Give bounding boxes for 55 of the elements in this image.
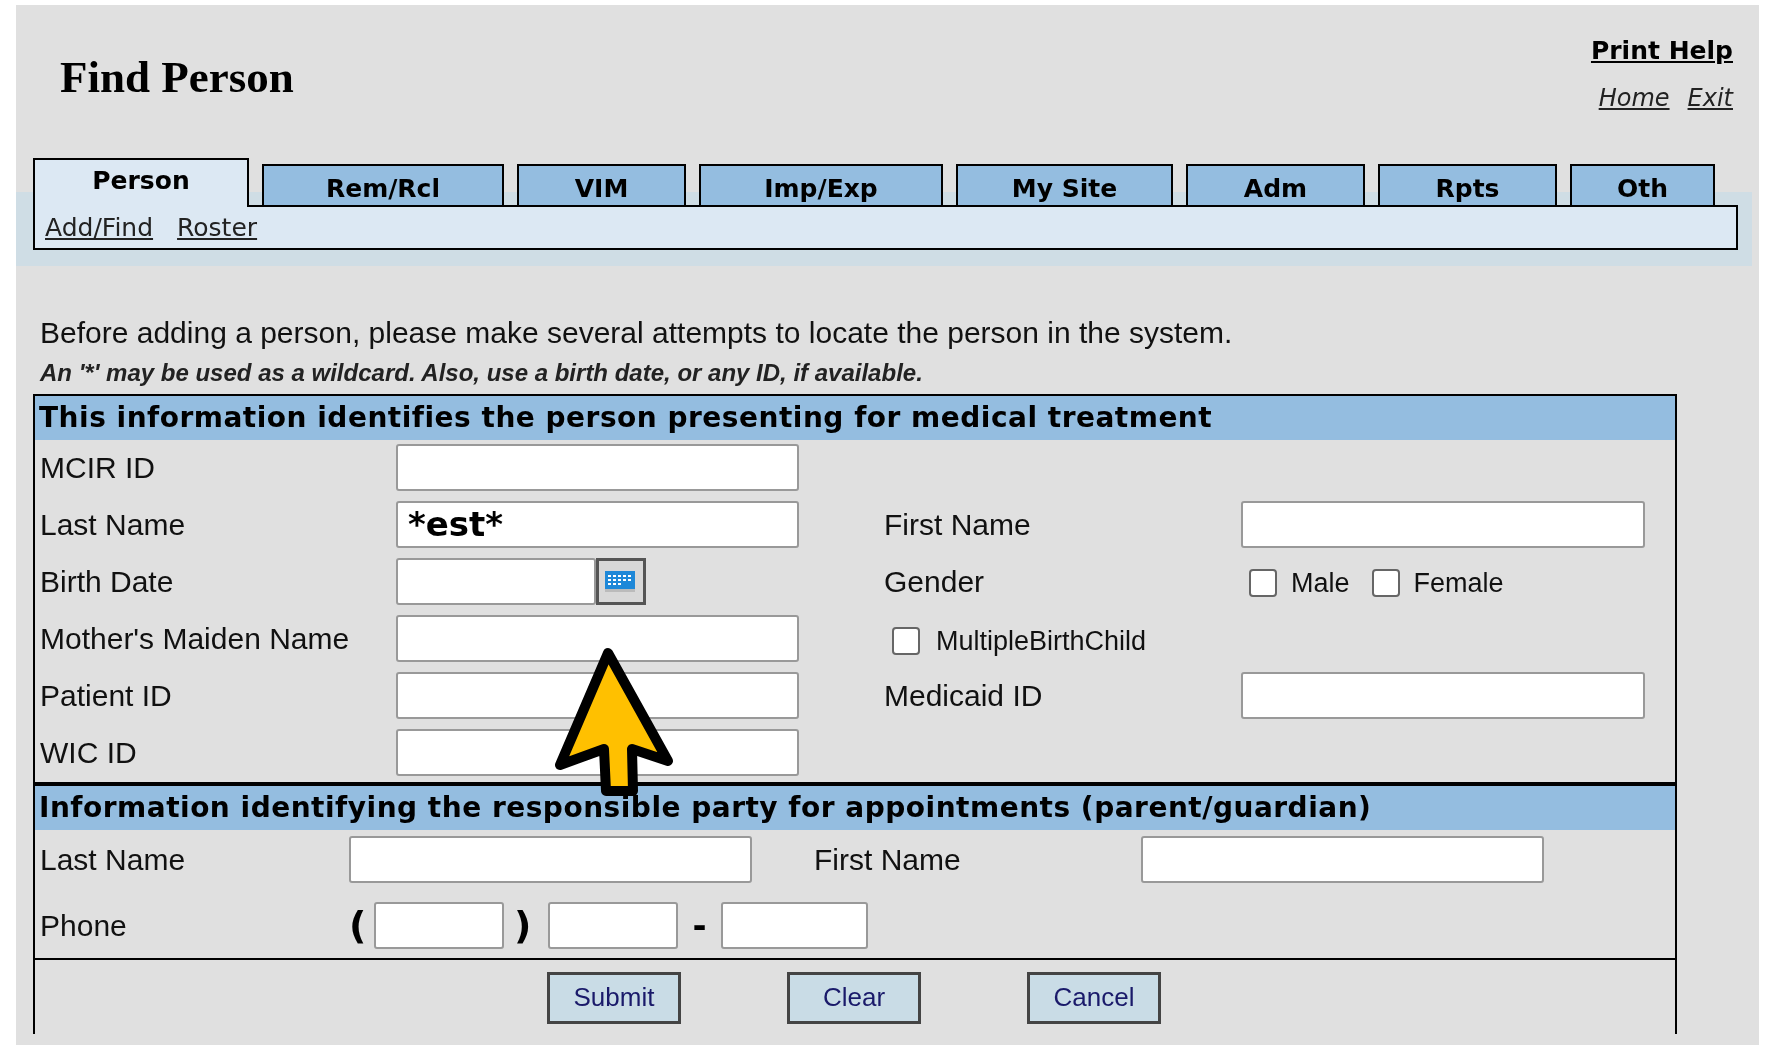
checkbox[interactable] — [1249, 569, 1277, 597]
checkbox-label: MultipleBirthChild — [936, 624, 1147, 658]
paren-text: ( — [349, 901, 368, 949]
input-field[interactable] — [396, 557, 596, 605]
checkbox[interactable] — [1371, 569, 1400, 597]
field-label: Last Name — [40, 506, 187, 543]
input-field[interactable] — [1241, 671, 1645, 719]
subnav-link[interactable]: Add/Find — [45, 208, 154, 247]
instruction-text: Before adding a person, please make several attempts to locate the person in the system. — [40, 315, 1234, 351]
input-field[interactable] — [374, 901, 504, 949]
calendar-icon — [604, 569, 638, 593]
nav-link[interactable]: Exit — [1687, 80, 1733, 117]
nav-tab[interactable]: Rem/Rcl — [262, 164, 504, 205]
field-label: First Name — [884, 506, 1032, 543]
input-field[interactable] — [1141, 835, 1544, 883]
field-label: WIC ID — [40, 734, 138, 771]
field-label: Birth Date — [40, 563, 175, 600]
field-label: Medicaid ID — [884, 677, 1044, 714]
option-label: Male — [1291, 566, 1350, 600]
nav-tab[interactable]: Oth — [1570, 164, 1715, 205]
section-heading: This information identifies the person presenting for medical treatment — [35, 395, 1675, 440]
input-field[interactable] — [349, 835, 752, 883]
nav-tab[interactable]: My Site — [956, 164, 1173, 205]
input-field[interactable] — [548, 901, 678, 949]
nav-tab[interactable]: Adm — [1186, 164, 1365, 205]
print-help-link[interactable]: Print Help — [1590, 35, 1733, 67]
option-label: Female — [1413, 566, 1504, 600]
field-label: Last Name — [40, 841, 187, 878]
field-label: Phone — [40, 907, 128, 944]
page-title: Find Person — [60, 55, 294, 100]
field-label: MCIR ID — [40, 449, 156, 486]
calendar-button[interactable] — [596, 557, 646, 605]
action-button[interactable]: Cancel — [1027, 971, 1161, 1024]
nav-tab[interactable]: Rpts — [1378, 164, 1557, 205]
action-button[interactable]: Submit — [547, 971, 681, 1024]
wildcard-note: An '*' may be used as a wildcard. Also, use a birth date, or any ID, if available. — [40, 357, 924, 388]
input-field[interactable] — [1241, 500, 1645, 548]
field-label: First Name — [814, 841, 962, 878]
section-heading: Information identifying the responsible party for appointments (parent/guardian) — [35, 785, 1675, 830]
checkbox[interactable] — [892, 627, 920, 655]
input-field[interactable]: *est* — [396, 500, 799, 548]
input-field[interactable] — [721, 901, 868, 949]
nav-tab[interactable]: VIM — [517, 164, 686, 205]
nav-tab[interactable]: Person — [33, 158, 249, 207]
nav-tab[interactable]: Imp/Exp — [699, 164, 943, 205]
action-button[interactable]: Clear — [787, 971, 921, 1024]
paren-text: ) — [513, 901, 533, 949]
input-field[interactable] — [396, 614, 799, 662]
dash-text: - — [691, 903, 708, 947]
input-field[interactable] — [396, 443, 799, 491]
field-label: Patient ID — [40, 677, 173, 714]
field-label: Mother's Maiden Name — [40, 620, 351, 657]
subnav-link[interactable]: Roster — [177, 208, 258, 247]
field-label: Gender — [884, 563, 986, 600]
nav-link[interactable]: Home — [1598, 80, 1670, 117]
